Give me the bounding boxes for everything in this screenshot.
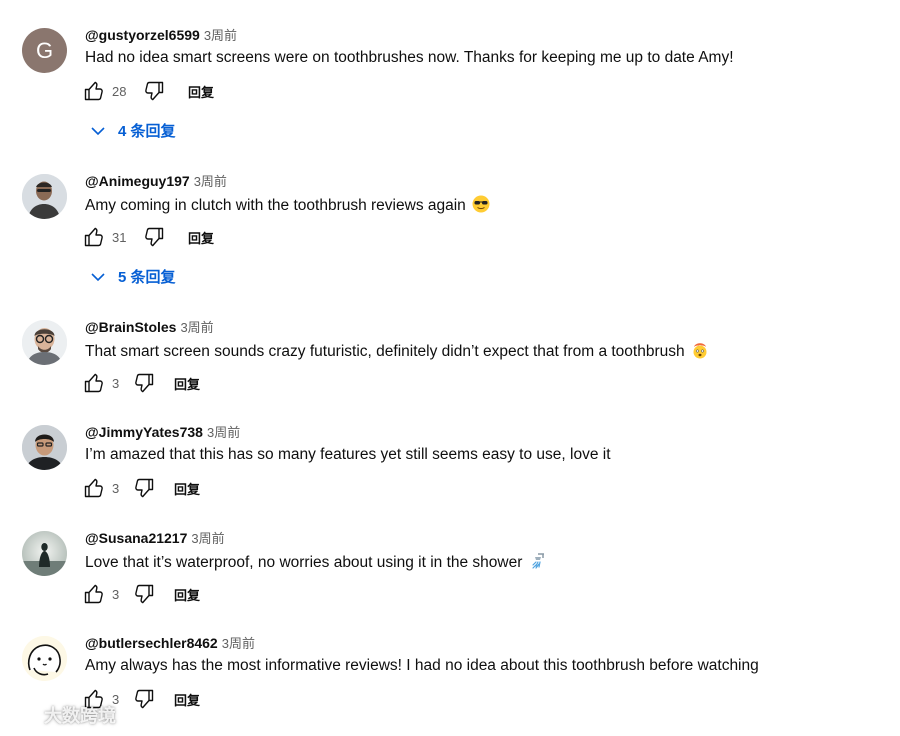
comment-text-content: Love that it’s waterproof, no worries ab… [85, 554, 523, 571]
view-replies-button[interactable]: 5 条回复 [90, 266, 176, 287]
comment-time[interactable]: 3周前 [222, 636, 255, 651]
watermark-logo-icon [10, 708, 35, 722]
like-count: 3 [112, 586, 120, 602]
watermark: 大数跨境 [8, 702, 116, 728]
comment-text: Amy coming in clutch with the toothbrush… [85, 195, 490, 215]
reply-button[interactable]: 回复 [174, 585, 200, 604]
chevron-down-icon [91, 126, 105, 135]
avatar[interactable]: G [22, 28, 67, 73]
reply-button[interactable]: 回复 [188, 228, 214, 247]
reply-button[interactable]: 回复 [174, 690, 200, 709]
shower-emoji-icon [532, 553, 545, 569]
reply-button[interactable]: 回复 [174, 374, 200, 393]
comment-text: That smart screen sounds crazy futuristi… [85, 341, 709, 361]
comment-author[interactable]: @gustyorzel6599 [85, 27, 200, 43]
like-count: 28 [112, 83, 127, 99]
comment-text: Amy always has the most informative revi… [85, 657, 759, 674]
like-count: 31 [112, 229, 127, 245]
sunglasses-emoji-icon [472, 195, 490, 213]
dislike-icon[interactable] [142, 79, 166, 103]
silhouette-photo-icon [22, 531, 67, 576]
comment-time[interactable]: 3周前 [194, 174, 227, 189]
like-count: 3 [112, 480, 120, 496]
comment-text: Had no idea smart screens were on toothb… [85, 49, 734, 66]
person-photo-icon [22, 425, 67, 470]
dislike-icon[interactable] [132, 476, 156, 500]
comment-text: I’m amazed that this has so many feature… [85, 446, 611, 463]
dislike-icon[interactable] [132, 582, 156, 606]
avatar[interactable] [22, 636, 67, 681]
comment-author[interactable]: @JimmyYates738 [85, 424, 203, 440]
comment-actions: 28 回复 [82, 78, 214, 104]
person-photo-icon [22, 320, 67, 365]
comment-text-content: Amy coming in clutch with the toothbrush… [85, 197, 466, 214]
comment-author[interactable]: @BrainStoles [85, 319, 176, 335]
comment-author[interactable]: @butlersechler8462 [85, 635, 218, 651]
dislike-icon[interactable] [132, 371, 156, 395]
chevron-down-icon [91, 272, 105, 281]
comment-actions: 3 回复 [82, 370, 200, 396]
comment-actions: 3 回复 [82, 475, 200, 501]
comment-time[interactable]: 3周前 [204, 28, 237, 43]
comment-thread: @Animeguy197 3周前 Amy coming in clutch wit… [0, 173, 900, 286]
comment-author[interactable]: @Animeguy197 [85, 173, 190, 189]
replies-count: 5 条回复 [118, 269, 176, 286]
avatar[interactable] [22, 531, 67, 576]
comment-author[interactable]: @Susana21217 [85, 530, 187, 546]
replies-count: 4 条回复 [118, 123, 176, 140]
exploding-head-emoji-icon [693, 343, 707, 359]
avatar[interactable] [22, 425, 67, 470]
comment-time[interactable]: 3周前 [191, 531, 224, 546]
avatar-letter: G [35, 37, 54, 63]
comment-actions: 3 回复 [82, 581, 200, 607]
comment-actions: 31 回复 [82, 224, 214, 250]
avatar[interactable] [22, 320, 67, 365]
like-icon[interactable] [82, 476, 106, 500]
comment-thread: @Susana21217 3周前 Love that it’s waterproo… [0, 530, 900, 631]
person-photo-icon [22, 174, 67, 219]
reply-button[interactable]: 回复 [188, 82, 214, 101]
comment-time[interactable]: 3周前 [207, 425, 240, 440]
like-icon[interactable] [82, 371, 106, 395]
like-icon[interactable] [82, 79, 106, 103]
dislike-icon[interactable] [132, 687, 156, 711]
view-replies-button[interactable]: 4 条回复 [90, 120, 176, 141]
comment-thread: @butlersechler8462 3周前 Amy always has the… [0, 635, 900, 736]
reply-button[interactable]: 回复 [174, 479, 200, 498]
like-icon[interactable] [82, 582, 106, 606]
comment-thread: G @gustyorzel6599 3周前 Had no idea smart s… [0, 27, 900, 140]
comment-thread: @JimmyYates738 3周前 I’m amazed that this h… [0, 424, 900, 525]
dislike-icon[interactable] [142, 225, 166, 249]
like-icon[interactable] [82, 225, 106, 249]
comment-time[interactable]: 3周前 [180, 320, 213, 335]
avatar[interactable] [22, 174, 67, 219]
cartoon-face-icon [22, 636, 67, 681]
comment-thread: @BrainStoles 3周前 That smart screen sounds… [0, 319, 900, 420]
comment-text: Love that it’s waterproof, no worries ab… [85, 552, 546, 572]
comment-text-content: That smart screen sounds crazy futuristi… [85, 343, 685, 360]
watermark-text: 大数跨境 [44, 706, 116, 726]
like-count: 3 [112, 375, 120, 391]
